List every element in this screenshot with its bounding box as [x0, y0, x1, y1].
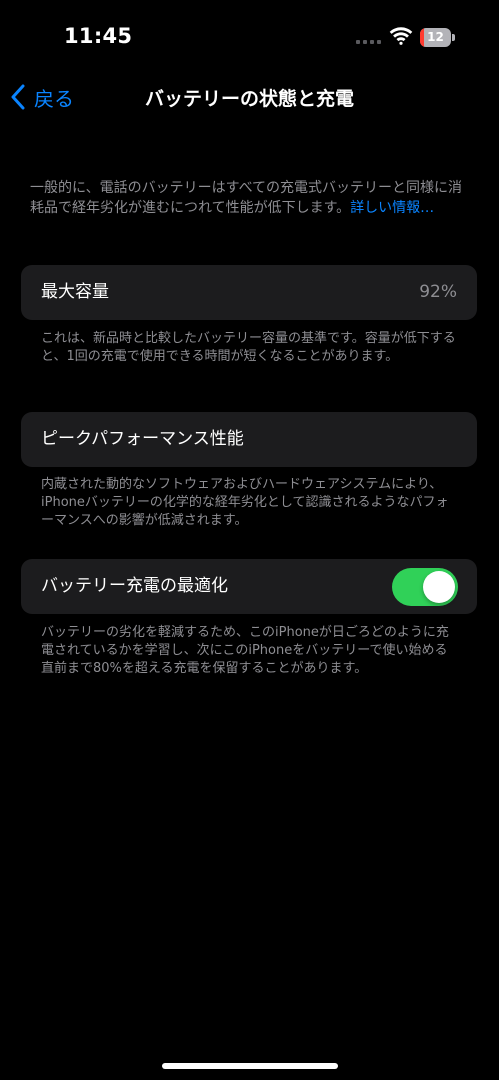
battery-icon: 12: [420, 28, 455, 47]
home-indicator[interactable]: [162, 1063, 338, 1069]
wifi-icon: [389, 27, 413, 45]
status-bar: 11:45 12: [0, 0, 499, 72]
toggle-knob: [423, 571, 455, 603]
signal-icon: [356, 40, 382, 44]
peak-performance-label: ピークパフォーマンス性能: [41, 429, 244, 449]
optimized-charging-row: バッテリー充電の最適化: [21, 559, 477, 614]
maximum-capacity-footnote: これは、新品時と比較したバッテリー容量の基準です。容量が低下すると、1回の充電で…: [41, 331, 456, 364]
learn-more-link[interactable]: 詳しい情報…: [350, 200, 434, 216]
battery-level-text: 12: [427, 30, 444, 44]
optimized-charging-toggle[interactable]: [392, 568, 458, 606]
navigation-bar: 戻る バッテリーの状態と充電: [0, 72, 499, 122]
peak-performance-footnote: 内蔵された動的なソフトウェアおよびハードウェアシステムにより、iPhoneバッテ…: [41, 477, 449, 528]
maximum-capacity-value: 92%: [419, 282, 457, 302]
intro-text: 一般的に、電話のバッテリーはすべての充電式バッテリーと同様に消耗品で経年劣化が進…: [30, 178, 470, 218]
optimized-charging-footnote: バッテリーの劣化を軽減するため、このiPhoneが日ごろどのように充電されている…: [41, 625, 449, 676]
maximum-capacity-row: 最大容量 92%: [21, 265, 477, 320]
status-time: 11:45: [64, 24, 133, 48]
maximum-capacity-label: 最大容量: [41, 282, 109, 302]
peak-performance-row: ピークパフォーマンス性能: [21, 412, 477, 467]
page-title: バッテリーの状態と充電: [144, 88, 354, 110]
optimized-charging-label: バッテリー充電の最適化: [41, 576, 228, 596]
